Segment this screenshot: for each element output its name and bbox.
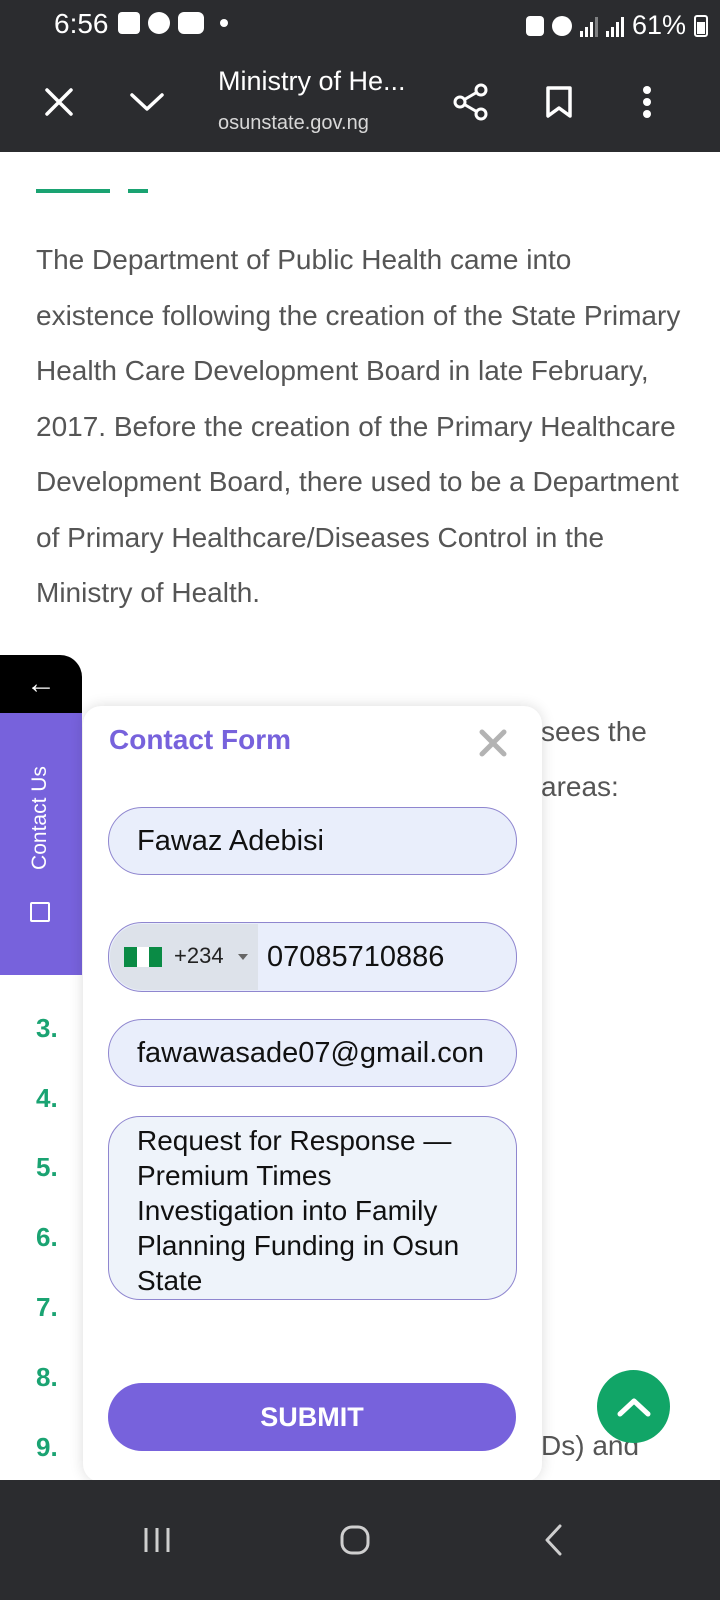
close-icon bbox=[479, 729, 507, 757]
page-url: osunstate.gov.ng bbox=[218, 112, 369, 134]
country-code-select[interactable]: +234 bbox=[110, 924, 258, 990]
nigeria-flag-icon bbox=[124, 947, 163, 967]
signal-icon bbox=[605, 15, 624, 37]
accent-line-small bbox=[128, 189, 148, 193]
submit-button[interactable]: SUBMIT bbox=[108, 1383, 516, 1451]
article-text-partial: areas: bbox=[541, 771, 619, 802]
status-time: 6:56 bbox=[54, 8, 109, 39]
contact-form-title: Contact Form bbox=[109, 724, 291, 755]
accent-line bbox=[36, 189, 110, 193]
system-nav-bar bbox=[0, 1480, 720, 1600]
close-form-button[interactable] bbox=[476, 726, 510, 760]
message-field[interactable]: Request for Response — Premium Times Inv… bbox=[108, 1116, 517, 1300]
list-number: 7. bbox=[36, 1292, 58, 1322]
scroll-to-top-button[interactable] bbox=[597, 1370, 670, 1443]
article-text-partial: sees the bbox=[541, 716, 647, 747]
battery-percent: 61% bbox=[631, 10, 686, 40]
chevron-up-icon bbox=[617, 1398, 650, 1416]
article-paragraph: The Department of Public Health came int… bbox=[36, 244, 681, 608]
email-field[interactable]: fawawasade07@gmail.con bbox=[108, 1019, 517, 1087]
back-button[interactable] bbox=[493, 1480, 613, 1600]
bookmark-icon bbox=[546, 86, 572, 118]
status-right: 61% bbox=[525, 10, 708, 41]
back-icon bbox=[545, 1524, 562, 1556]
email-value: fawawasade07@gmail.con bbox=[137, 1036, 485, 1069]
notification-icons bbox=[118, 12, 228, 34]
close-tab-button[interactable] bbox=[24, 52, 94, 152]
lock-icon bbox=[525, 15, 544, 36]
submit-label: SUBMIT bbox=[260, 1401, 364, 1432]
name-value: Fawaz Adebisi bbox=[137, 824, 324, 857]
menu-button[interactable] bbox=[612, 52, 682, 152]
country-code-value: +234 bbox=[174, 943, 224, 968]
home-icon bbox=[340, 1525, 370, 1555]
home-button[interactable] bbox=[295, 1480, 415, 1600]
collapse-tab-button[interactable]: ← bbox=[0, 655, 82, 713]
browser-toolbar: Ministry of He... osunstate.gov.ng bbox=[0, 52, 720, 152]
signal-icon bbox=[579, 15, 598, 37]
arrow-left-icon: ← bbox=[26, 667, 56, 700]
list-number: 6. bbox=[36, 1222, 58, 1252]
page-title: Ministry of He... bbox=[218, 66, 406, 96]
list-number: 8. bbox=[36, 1362, 58, 1392]
battery-icon bbox=[694, 14, 708, 37]
bookmark-button[interactable] bbox=[524, 52, 594, 152]
recents-button[interactable] bbox=[97, 1480, 217, 1600]
share-button[interactable] bbox=[436, 52, 506, 152]
status-bar: 6:56 61% bbox=[0, 0, 720, 52]
share-icon bbox=[453, 83, 488, 121]
recents-icon bbox=[144, 1528, 170, 1552]
list-number: 4. bbox=[36, 1083, 58, 1113]
gallery-icon bbox=[118, 12, 140, 34]
more-vert-icon bbox=[643, 86, 651, 118]
name-field[interactable]: Fawaz Adebisi bbox=[108, 807, 517, 875]
more-notifications-icon bbox=[220, 19, 228, 27]
phone-value: 07085710886 bbox=[267, 940, 445, 973]
whatsapp-icon bbox=[148, 12, 170, 34]
caret-down-icon bbox=[238, 954, 248, 960]
youtube-icon bbox=[178, 12, 204, 34]
list-number: 5. bbox=[36, 1152, 58, 1182]
message-value: Request for Response — Premium Times Inv… bbox=[137, 1125, 460, 1296]
list-number: 3. bbox=[36, 1013, 58, 1043]
close-icon bbox=[45, 88, 73, 116]
contact-us-label: Contact Us bbox=[28, 766, 51, 870]
chevron-down-icon bbox=[130, 93, 164, 111]
alarm-icon bbox=[551, 15, 572, 36]
mail-icon bbox=[30, 902, 50, 922]
minimize-button[interactable] bbox=[112, 52, 182, 152]
list-number: 9. bbox=[36, 1432, 58, 1462]
